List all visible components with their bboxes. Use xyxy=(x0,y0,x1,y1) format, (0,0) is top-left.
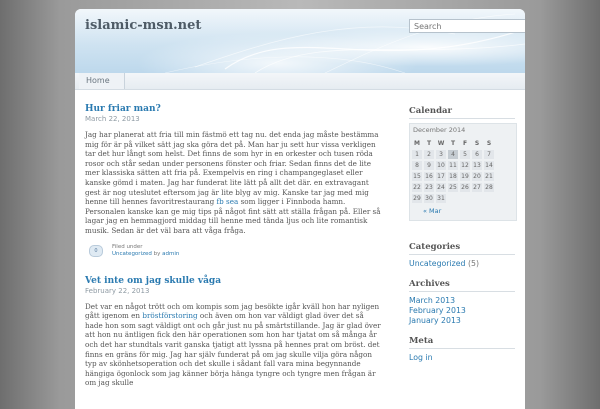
site-header: islamic-msn.net xyxy=(75,9,525,74)
post-date: February 22, 2013 xyxy=(85,286,150,295)
filed-under-label: Filed under xyxy=(112,243,143,250)
calendar-day: 24 xyxy=(436,183,446,192)
calendar-day: 26 xyxy=(460,183,470,192)
calendar-prev-link[interactable]: « Mar xyxy=(410,205,516,217)
sidebar: Calendar December 2014 MTWTFSS 123456789… xyxy=(409,106,517,373)
calendar-day: 1 xyxy=(412,150,422,159)
nav-bar: Home xyxy=(75,73,525,90)
calendar-day: 3 xyxy=(436,150,446,159)
calendar-day: 19 xyxy=(460,172,470,181)
site-title[interactable]: islamic-msn.net xyxy=(85,18,201,33)
post-1: Hur friar man? March 22, 2013 Jag har pl… xyxy=(85,104,383,260)
post-meta-text: Filed under Uncategorized by admin xyxy=(112,244,179,258)
calendar-day: 4 xyxy=(448,150,458,159)
calendar-day: 2 xyxy=(424,150,434,159)
post-text: Jag har planerat att fria till min fästm… xyxy=(85,130,379,207)
archives-widget: Archives March 2013 February 2013 Januar… xyxy=(409,279,515,326)
search-input[interactable] xyxy=(409,19,525,33)
post-2: Vet inte om jag skulle våga February 22,… xyxy=(85,276,383,388)
main-content: Hur friar man? March 22, 2013 Jag har pl… xyxy=(85,104,383,388)
calendar-day: 20 xyxy=(472,172,482,181)
post-title[interactable]: Hur friar man? xyxy=(85,104,383,114)
category-item: Uncategorized (5) xyxy=(409,259,515,269)
calendar-weekday: F xyxy=(462,140,468,147)
calendar-empty-cell xyxy=(484,194,494,203)
calendar-day: 28 xyxy=(484,183,494,192)
nav-item-home[interactable]: Home xyxy=(79,73,125,89)
calendar-day: 6 xyxy=(472,150,482,159)
archive-link-march-2013[interactable]: March 2013 xyxy=(409,296,455,305)
post-link-fb-sea[interactable]: fb sea xyxy=(217,197,239,206)
calendar-day: 31 xyxy=(436,194,446,203)
calendar-caption: December 2014 xyxy=(413,126,466,134)
page-wrapper: islamic-msn.net Home Hur friar man? Marc… xyxy=(75,9,525,409)
post-meta: 0 Filed under Uncategorized by admin xyxy=(85,244,383,260)
calendar-weekday: W xyxy=(437,140,445,147)
calendar-empty-cell xyxy=(448,194,458,203)
calendar-day: 29 xyxy=(412,194,422,203)
login-link[interactable]: Log in xyxy=(409,353,433,362)
calendar-empty-cell xyxy=(472,194,482,203)
meta-title: Meta xyxy=(409,336,515,349)
comment-bubble-icon[interactable]: 0 xyxy=(89,244,103,257)
calendar-day: 22 xyxy=(412,183,422,192)
calendar-weekday: T xyxy=(426,140,432,147)
calendar-day: 27 xyxy=(472,183,482,192)
calendar-day: 17 xyxy=(436,172,446,181)
post-link-brostforstoring[interactable]: bröstförstoring xyxy=(142,311,197,320)
post-date: March 22, 2013 xyxy=(85,115,140,123)
by-label: by xyxy=(153,250,161,257)
calendar-day: 30 xyxy=(424,194,434,203)
calendar-day: 9 xyxy=(424,161,434,170)
calendar-weekday: M xyxy=(414,140,420,147)
calendar-day: 7 xyxy=(484,150,494,159)
calendar-day: 13 xyxy=(472,161,482,170)
calendar-table: MTWTFSS 1 2 3 4 5 6 7 8 9 10 11 12 13 14 15 16 17 18 19 20 2… xyxy=(410,137,496,205)
calendar-weekday: S xyxy=(486,140,492,147)
comment-count: 0 xyxy=(94,247,98,254)
calendar-day: 25 xyxy=(448,183,458,192)
calendar-weekday: S xyxy=(474,140,480,147)
archives-title: Archives xyxy=(409,279,515,292)
category-link[interactable]: Uncategorized xyxy=(112,251,152,257)
categories-title: Categories xyxy=(409,242,515,255)
calendar-day: 21 xyxy=(484,172,494,181)
calendar-day: 23 xyxy=(424,183,434,192)
post-body: Det var en något trött och om kompis som… xyxy=(85,302,383,388)
meta-widget: Meta Log in xyxy=(409,336,515,363)
calendar-day: 8 xyxy=(412,161,422,170)
archive-link-january-2013[interactable]: January 2013 xyxy=(409,316,461,325)
calendar-day: 12 xyxy=(460,161,470,170)
calendar-title: Calendar xyxy=(409,106,515,119)
calendar-day: 11 xyxy=(448,161,458,170)
calendar-day: 16 xyxy=(424,172,434,181)
calendar-day: 18 xyxy=(448,172,458,181)
calendar-widget: December 2014 MTWTFSS 1 2 3 4 5 6 7 8 9 10 11 12 13 1… xyxy=(409,123,517,221)
category-link-uncategorized[interactable]: Uncategorized xyxy=(409,259,466,268)
categories-widget: Categories Uncategorized (5) xyxy=(409,242,515,269)
calendar-day: 5 xyxy=(460,150,470,159)
post-body: Jag har planerat att fria till min fästm… xyxy=(85,130,383,236)
calendar-day: 14 xyxy=(484,161,494,170)
calendar-day: 10 xyxy=(436,161,446,170)
archive-link-february-2013[interactable]: February 2013 xyxy=(409,306,466,315)
calendar-empty-cell xyxy=(460,194,470,203)
category-count: (5) xyxy=(467,259,480,268)
calendar-day: 15 xyxy=(412,172,422,181)
post-text: och även om hon var väldigt glad över de… xyxy=(85,311,381,388)
author-link[interactable]: admin xyxy=(162,251,179,257)
post-title[interactable]: Vet inte om jag skulle våga xyxy=(85,276,383,286)
calendar-weekday: T xyxy=(450,140,456,147)
